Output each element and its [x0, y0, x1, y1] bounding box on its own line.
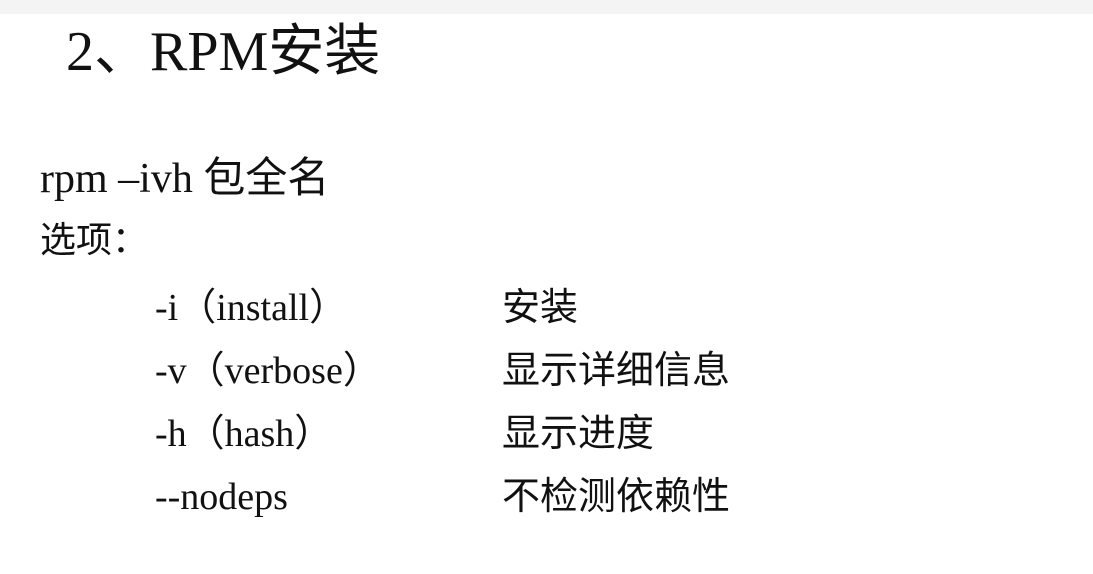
options-label: 选项：: [40, 220, 149, 260]
option-flag: --nodeps: [155, 476, 288, 518]
option-description: 显示详细信息: [502, 350, 731, 392]
slide: 2、RPM安装 rpm –ivh 包全名 选项： -i（install） 安装 …: [0, 0, 1093, 574]
option-description: 不检测依赖性: [502, 476, 731, 518]
command-syntax: rpm –ivh 包全名: [40, 156, 330, 202]
option-flag: -h（hash）: [155, 413, 333, 455]
option-row-nodeps: --nodeps 不检测依赖性: [155, 471, 1055, 523]
option-flag: -i（install）: [155, 287, 348, 329]
option-description: 显示进度: [502, 413, 655, 455]
option-row-verbose: -v（verbose） 显示详细信息: [155, 345, 1055, 397]
option-description: 安装: [502, 287, 579, 329]
top-band: [0, 0, 1093, 14]
slide-title: 2、RPM安装: [66, 21, 381, 83]
option-row-hash: -h（hash） 显示进度: [155, 408, 1055, 460]
option-row-install: -i（install） 安装: [155, 282, 1055, 334]
option-flag: -v（verbose）: [155, 350, 381, 392]
